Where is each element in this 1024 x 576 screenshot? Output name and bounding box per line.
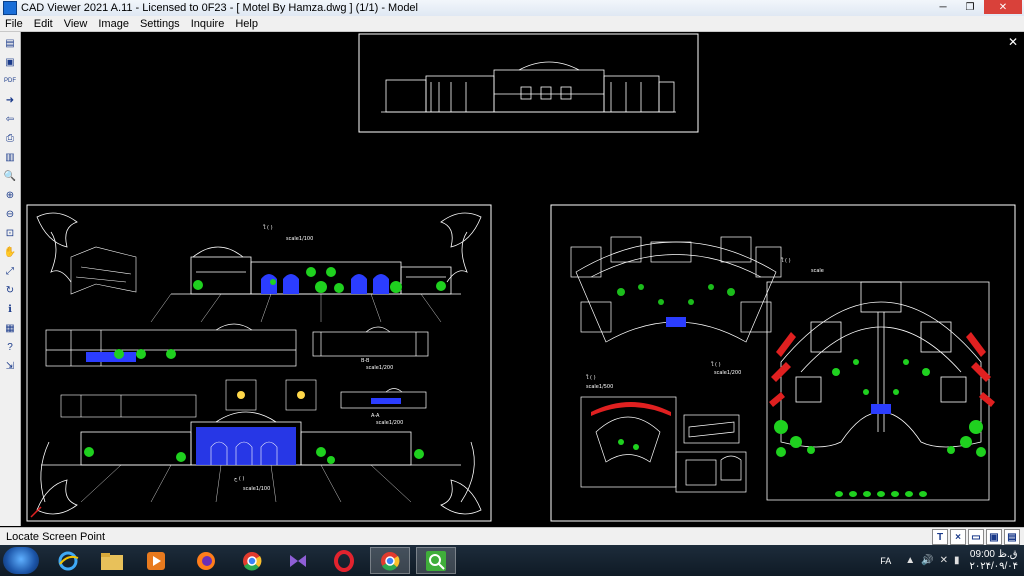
scale-label-g: scale: [811, 268, 824, 274]
top-elevation-sheet: [358, 33, 699, 133]
left-sheet: ใ ( ) scale1/100 B-B scale1/200 A-A scal…: [26, 204, 492, 522]
restore-button[interactable]: ❐: [957, 0, 983, 14]
menu-view[interactable]: View: [59, 18, 94, 30]
scale-label-c: scale1/200: [376, 420, 403, 426]
opera-icon[interactable]: [324, 547, 364, 574]
scale-label-a: scale1/100: [286, 236, 313, 242]
layers-icon[interactable]: ▥: [2, 149, 18, 165]
firefox-icon[interactable]: [186, 547, 226, 574]
left-toolbar: ▤ ▣ PDF ➜ ⇦ ⎙ ▥ 🔍 ⊕ ⊖ ⊡ ✋ ⤢ ↻ ℹ ▦? ⇲: [0, 32, 21, 526]
scale-label-d: scale1/100: [243, 486, 270, 492]
open-icon[interactable]: ▤: [2, 35, 18, 51]
layout-button[interactable]: ▣: [986, 529, 1002, 545]
menu-bar: File Edit View Image Settings Inquire He…: [0, 16, 1024, 32]
volume-icon[interactable]: 🔊: [921, 555, 933, 566]
tray-expand-icon[interactable]: ▲: [905, 555, 915, 566]
system-tray: FA ▲ 🔊 ✕ ▮ 09:00 ق.ظ ۲۰۲۴/۰۹/۰۴: [880, 545, 1018, 576]
menu-image[interactable]: Image: [93, 18, 135, 30]
scale-label-e: scale1/200: [714, 370, 741, 376]
info-icon[interactable]: ℹ: [2, 301, 18, 317]
scale-label-f: scale1/500: [586, 384, 613, 390]
small-plan-title: ใ ( ): [586, 374, 596, 381]
pan-icon[interactable]: ✋: [2, 244, 18, 260]
window-button[interactable]: ▭: [968, 529, 984, 545]
clock-time: 09:00 ق.ظ: [969, 548, 1018, 560]
export-icon[interactable]: ⇲: [2, 358, 18, 374]
clock-date: ۲۰۲۴/۰۹/۰۴: [969, 560, 1018, 572]
menu-help[interactable]: Help: [230, 18, 264, 30]
main-elevation-title: ใ ( ): [263, 224, 273, 231]
zoom-in-icon[interactable]: ⊕: [2, 187, 18, 203]
status-text: Locate Screen Point: [6, 530, 106, 543]
ie-icon[interactable]: [48, 547, 88, 574]
network-icon[interactable]: ✕: [940, 555, 948, 566]
window-title: CAD Viewer 2021 A.11 - Licensed to 0F23 …: [21, 2, 418, 14]
status-bar: Locate Screen Point T × ▭ ▣ ▤: [0, 527, 1024, 545]
site-plan-title: ใ ( ): [711, 361, 721, 368]
cad-viewer-icon[interactable]: [416, 547, 456, 574]
signal-icon[interactable]: ▮: [954, 555, 960, 566]
fit-icon[interactable]: ⤢: [2, 263, 18, 279]
clear-button[interactable]: ×: [950, 529, 966, 545]
app-icon: [3, 1, 17, 15]
front-elevation-title: ج ( ): [234, 476, 244, 482]
media-player-icon[interactable]: [136, 547, 176, 574]
zoom-icon[interactable]: 🔍: [2, 168, 18, 184]
section-aa-title: A-A: [371, 413, 380, 419]
vs-icon[interactable]: [278, 547, 318, 574]
language-indicator[interactable]: FA: [880, 556, 891, 566]
document-close-icon[interactable]: ✕: [1008, 35, 1018, 49]
minimize-button[interactable]: ─: [930, 0, 956, 14]
zoom-out-icon[interactable]: ⊖: [2, 206, 18, 222]
window-controls: ─ ❐ ✕: [929, 0, 1022, 16]
scale-label-b: scale1/200: [366, 365, 393, 371]
menu-edit[interactable]: Edit: [29, 18, 59, 30]
title-bar: CAD Viewer 2021 A.11 - Licensed to 0F23 …: [0, 0, 1024, 16]
section-bb-title: B-B: [361, 358, 370, 364]
drawing-canvas[interactable]: ✕ ใ () scale1/100 B-B scale1/200 A-A sc…: [21, 32, 1024, 526]
sheet-button[interactable]: ▤: [1004, 529, 1020, 545]
ground-plan-title: ใ ( ): [781, 257, 791, 264]
start-button[interactable]: [3, 547, 39, 574]
book-icon[interactable]: ▦: [2, 320, 18, 336]
zoom-window-icon[interactable]: ⊡: [2, 225, 18, 241]
file-explorer-icon[interactable]: [92, 547, 132, 574]
menu-settings[interactable]: Settings: [135, 18, 186, 30]
prev-icon[interactable]: ⇦: [2, 111, 18, 127]
close-button[interactable]: ✕: [984, 0, 1022, 14]
chrome-profile-icon[interactable]: [370, 547, 410, 574]
menu-file[interactable]: File: [0, 18, 29, 30]
cad-drawing: ใ ( ) scale1/100 B-B scale1/200 A-A scal…: [26, 33, 1016, 522]
pdf-icon[interactable]: PDF: [2, 73, 18, 89]
rotate-icon[interactable]: ↻: [2, 282, 18, 298]
print-icon[interactable]: ⎙: [2, 130, 18, 146]
help-icon[interactable]: ?: [2, 339, 18, 355]
status-buttons: T × ▭ ▣ ▤: [930, 529, 1020, 545]
text-tool-button[interactable]: T: [932, 529, 948, 545]
chrome-icon[interactable]: [232, 547, 272, 574]
next-icon[interactable]: ➜: [2, 92, 18, 108]
clock[interactable]: 09:00 ق.ظ ۲۰۲۴/۰۹/۰۴: [969, 549, 1018, 573]
taskbar: FA ▲ 🔊 ✕ ▮ 09:00 ق.ظ ۲۰۲۴/۰۹/۰۴: [0, 545, 1024, 576]
menu-inquire[interactable]: Inquire: [186, 18, 231, 30]
save-icon[interactable]: ▣: [2, 54, 18, 70]
right-sheet: ใ ( ) scale1/200 ใ ( ) scale1/500 ใ () …: [550, 204, 1016, 522]
